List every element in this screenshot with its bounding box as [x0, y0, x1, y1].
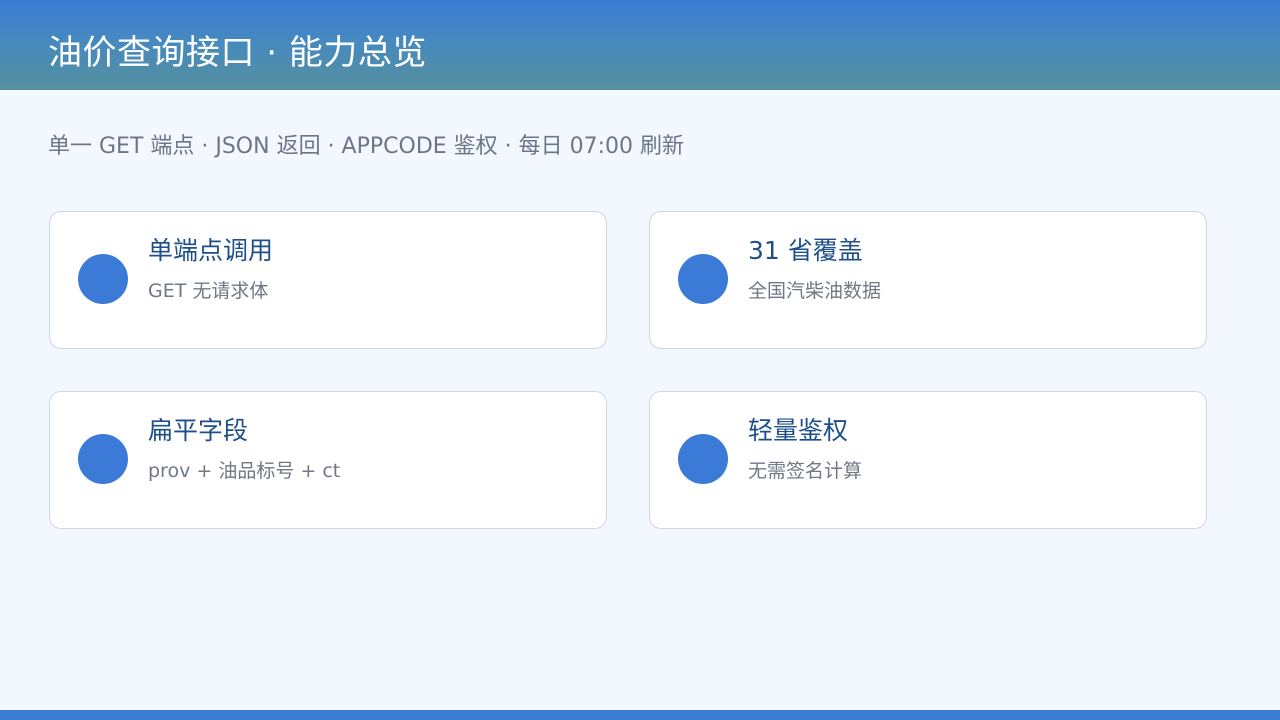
circle-dot-icon: [78, 434, 128, 484]
header-bar: 油价查询接口 · 能力总览: [0, 0, 1280, 90]
feature-card-light-auth: 轻量鉴权 无需签名计算: [649, 391, 1207, 529]
feature-card-description: GET 无请求体: [148, 280, 269, 302]
feature-card-description: 全国汽柴油数据: [748, 280, 882, 302]
feature-card-flat-fields: 扁平字段 prov + 油品标号 + ct: [49, 391, 607, 529]
feature-card-title: 31 省覆盖: [748, 236, 863, 265]
feature-card-title: 单端点调用: [148, 236, 274, 265]
circle-dot-icon: [678, 254, 728, 304]
feature-card-description: 无需签名计算: [748, 460, 863, 482]
feature-card-province-coverage: 31 省覆盖 全国汽柴油数据: [649, 211, 1207, 349]
feature-card-single-endpoint: 单端点调用 GET 无请求体: [49, 211, 607, 349]
page-title: 油价查询接口 · 能力总览: [48, 33, 427, 73]
footer-accent-bar: [0, 710, 1280, 720]
circle-dot-icon: [78, 254, 128, 304]
feature-card-description: prov + 油品标号 + ct: [148, 460, 341, 482]
feature-card-title: 扁平字段: [148, 416, 249, 445]
page-subtitle: 单一 GET 端点 · JSON 返回 · APPCODE 鉴权 · 每日 07…: [48, 134, 685, 159]
feature-card-title: 轻量鉴权: [748, 416, 849, 445]
circle-dot-icon: [678, 434, 728, 484]
